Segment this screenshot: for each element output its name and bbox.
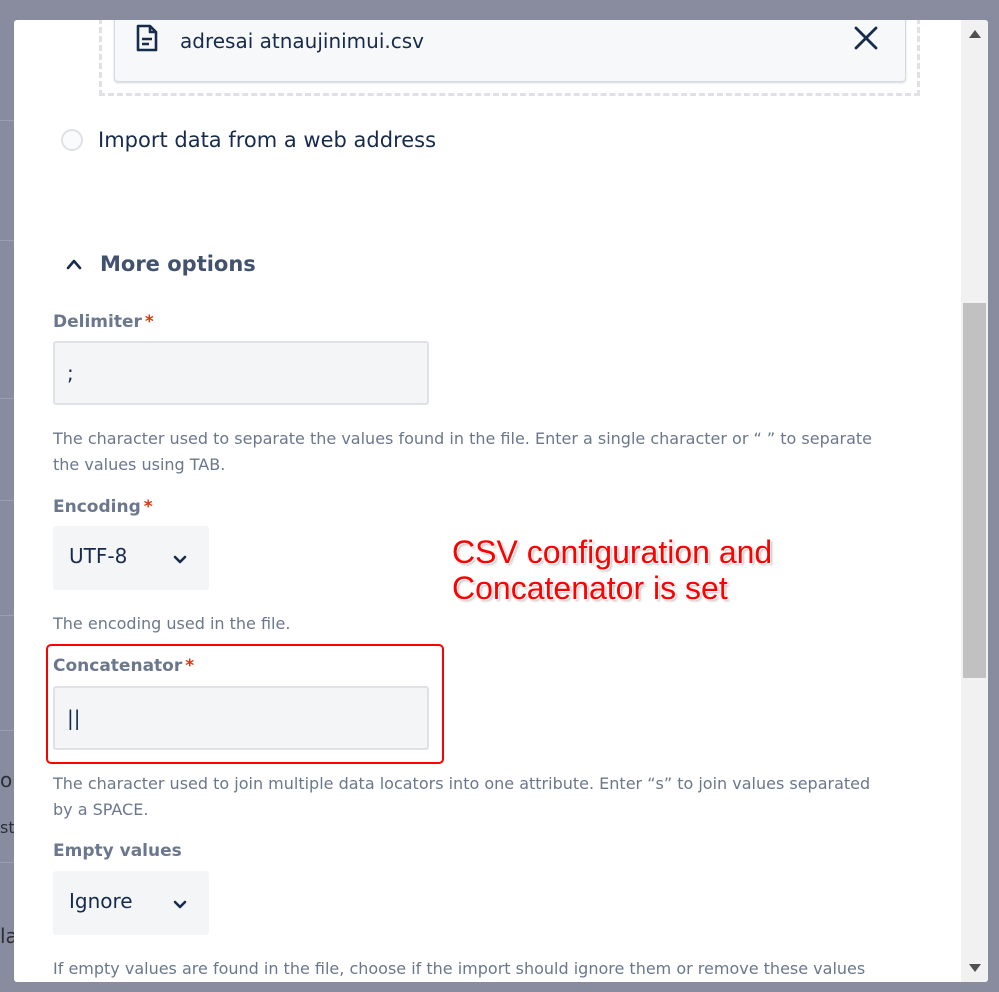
chevron-down-icon — [173, 550, 187, 569]
backdrop-text: ou — [0, 768, 14, 792]
document-icon — [135, 24, 159, 56]
required-marker: * — [144, 312, 154, 332]
backdrop-text: la — [0, 924, 14, 948]
delimiter-label-text: Delimiter — [53, 312, 142, 332]
modal-content: adresai atnaujinimui.csv Import data fro… — [14, 20, 960, 982]
encoding-label-text: Encoding — [53, 497, 141, 517]
chevron-down-icon — [173, 895, 187, 914]
delimiter-label: Delimiter * — [53, 312, 154, 332]
arrow-down-icon — [968, 964, 981, 972]
required-marker: * — [143, 497, 153, 517]
encoding-helper-text: The encoding used in the file. — [53, 614, 291, 633]
empty-values-helper-text: If empty values are found in the file, c… — [53, 959, 866, 978]
empty-values-select[interactable]: Ignore — [53, 871, 209, 935]
concatenator-helper-text: The character used to join multiple data… — [53, 774, 871, 819]
delimiter-helper-text: The character used to separate the value… — [53, 429, 873, 474]
more-options-label: More options — [100, 252, 256, 276]
import-web-radio[interactable] — [61, 129, 83, 151]
backdrop-divider — [0, 120, 14, 121]
import-web-label: Import data from a web address — [98, 128, 437, 152]
uploaded-file-card: adresai atnaujinimui.csv — [114, 20, 906, 82]
arrow-up-icon — [968, 30, 981, 38]
scrollbar-thumb[interactable] — [963, 303, 986, 678]
backdrop-divider — [0, 240, 14, 241]
import-web-option[interactable]: Import data from a web address — [61, 128, 436, 152]
more-options-toggle[interactable]: More options — [66, 252, 256, 276]
vertical-scrollbar[interactable] — [961, 20, 988, 982]
remove-file-close-icon[interactable] — [851, 23, 881, 53]
encoding-value: UTF-8 — [69, 544, 128, 568]
encoding-label: Encoding * — [53, 497, 153, 517]
encoding-select[interactable]: UTF-8 — [53, 526, 209, 590]
backdrop-divider — [0, 730, 14, 731]
file-name: adresai atnaujinimui.csv — [180, 29, 425, 53]
backdrop-divider — [0, 398, 14, 399]
chevron-up-icon — [66, 255, 82, 274]
annotation-text: CSV configuration and Concatenator is se… — [452, 534, 773, 606]
import-modal: adresai atnaujinimui.csv Import data fro… — [14, 20, 988, 982]
backdrop-divider — [0, 862, 14, 863]
delimiter-input[interactable]: ; — [53, 341, 429, 405]
backdrop-text: st — [0, 818, 14, 837]
empty-values-label: Empty values — [53, 841, 182, 861]
concatenator-highlight-box — [46, 644, 444, 764]
scroll-up-button[interactable] — [961, 20, 988, 48]
scroll-down-button[interactable] — [961, 954, 988, 982]
empty-values-value: Ignore — [69, 889, 133, 913]
backdrop-divider — [0, 615, 14, 616]
backdrop-divider — [0, 500, 14, 501]
